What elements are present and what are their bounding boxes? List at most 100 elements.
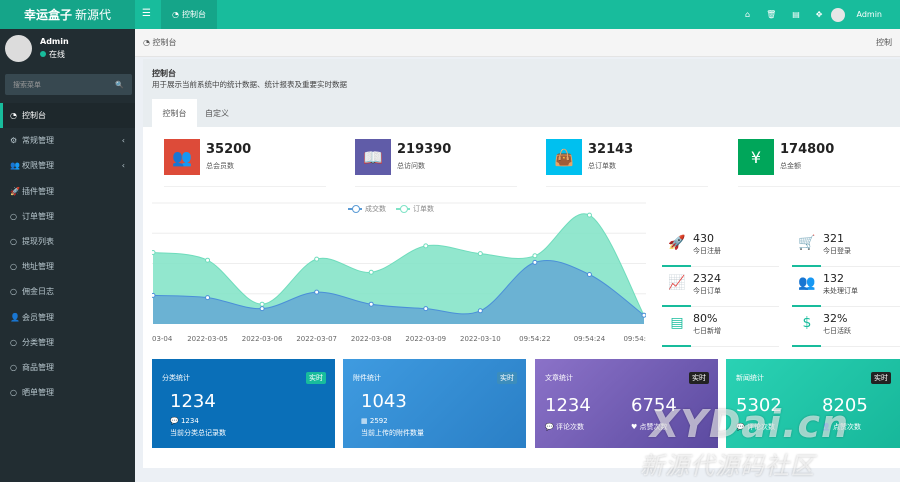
data-point[interactable] bbox=[586, 212, 592, 218]
trash-icon[interactable]: 🗑 bbox=[766, 10, 776, 19]
x-tick-label: 09:54:22 bbox=[519, 335, 551, 343]
data-point[interactable] bbox=[259, 306, 265, 312]
top-header: 幸运盒子 新源代 ☰ ◔ 控制台 ⌂ 🗑 ▤ ✥ Admin bbox=[0, 0, 900, 29]
x-tick-label: 2022-03-05 bbox=[187, 335, 228, 343]
card-sub: 💬 评论次数 bbox=[545, 423, 584, 431]
mini-stat-label: 今日登录 bbox=[823, 247, 851, 255]
x-tick-label: 09:54:24 bbox=[573, 335, 606, 343]
comment-icon: 💬 bbox=[545, 423, 554, 431]
data-point[interactable] bbox=[368, 269, 374, 275]
data-point[interactable] bbox=[314, 289, 320, 295]
tab-dashboard[interactable]: 控制台 bbox=[152, 99, 197, 127]
header-user[interactable]: Admin bbox=[830, 7, 891, 22]
data-point[interactable] bbox=[259, 301, 265, 307]
sidebar-item-label: 控制台 bbox=[22, 111, 46, 121]
sidebar-item-0[interactable]: ◔ 控制台 bbox=[0, 103, 135, 129]
sidebar-item-label: 佣金日志 bbox=[22, 287, 54, 297]
home-icon[interactable]: ⌂ bbox=[745, 10, 750, 19]
search-input[interactable]: 搜索菜单 🔍 bbox=[5, 74, 132, 95]
card-title: 文章统计 bbox=[545, 374, 573, 382]
mini-stat-label: 七日新增 bbox=[693, 327, 721, 335]
mini-stat-value: 321 bbox=[823, 232, 844, 245]
data-point[interactable] bbox=[477, 308, 483, 314]
card-title: 附件统计 bbox=[353, 374, 381, 382]
dashboard-icon: ◔ bbox=[10, 111, 17, 121]
circle-icon: ○ bbox=[10, 211, 17, 221]
status-badge: 在线 bbox=[40, 49, 69, 60]
hamburger-icon[interactable]: ☰ bbox=[142, 8, 151, 19]
data-point[interactable] bbox=[152, 250, 156, 255]
x-tick-label: 2022-03-06 bbox=[241, 335, 283, 343]
sidebar-item-6[interactable]: ○ 地址管理 bbox=[0, 254, 135, 279]
header-actions: ⌂ 🗑 ▤ ✥ Admin bbox=[737, 0, 900, 29]
sidebar-item-3[interactable]: 🚀 插件管理 bbox=[0, 179, 135, 204]
data-point[interactable] bbox=[641, 312, 646, 318]
x-tick-label: 03-04 bbox=[152, 335, 173, 343]
stat-value: 32143 bbox=[588, 142, 634, 157]
cart-icon: 🛒 bbox=[798, 235, 816, 251]
data-point[interactable] bbox=[477, 251, 483, 257]
data-point[interactable] bbox=[423, 306, 429, 312]
sidebar-item-label: 提现列表 bbox=[22, 237, 54, 247]
sidebar-item-label: 分类管理 bbox=[22, 337, 54, 347]
chevron-left-icon: ‹ bbox=[121, 136, 125, 146]
fullscreen-icon[interactable]: ✥ bbox=[816, 10, 823, 19]
x-axis-labels: 03-04 2022-03-05 2022-03-06 2022-03-07 2022-… bbox=[152, 335, 646, 345]
cogs-icon: ⚙ bbox=[10, 136, 18, 146]
rocket-icon: 🚀 bbox=[668, 235, 686, 251]
circle-icon: ○ bbox=[10, 388, 17, 398]
mini-stat-value: 132 bbox=[823, 272, 844, 285]
sidebar-item-11[interactable]: ○ 晒单管理 bbox=[0, 380, 135, 405]
data-point[interactable] bbox=[152, 292, 156, 298]
data-point[interactable] bbox=[205, 257, 211, 263]
dollar-icon: $ bbox=[802, 315, 812, 331]
mini-stat: 🛒 321 今日登录 bbox=[792, 229, 900, 267]
tab-custom[interactable]: 自定义 bbox=[197, 99, 237, 127]
circle-icon: ○ bbox=[10, 237, 17, 247]
mini-stat: ▤ 80% 七日新增 bbox=[662, 309, 779, 347]
logo[interactable]: 幸运盒子 新源代 bbox=[0, 0, 135, 29]
sidebar-item-4[interactable]: ○ 订单管理 bbox=[0, 204, 135, 229]
sidebar-item-label: 插件管理 bbox=[22, 186, 54, 196]
stat-label: 总金额 bbox=[780, 162, 801, 170]
language-icon[interactable]: ▤ bbox=[792, 10, 800, 19]
data-point[interactable] bbox=[586, 272, 592, 277]
stat-value: 35200 bbox=[206, 142, 252, 157]
sidebar-item-7[interactable]: ○ 佣金日志 bbox=[0, 279, 135, 304]
data-point[interactable] bbox=[205, 295, 211, 301]
card-sub: 💬 1234 bbox=[170, 417, 199, 425]
dashboard-icon: ◔ bbox=[172, 10, 179, 19]
status-badge: 实时 bbox=[497, 372, 517, 384]
mini-stat: $32% 七日活跃 bbox=[792, 309, 900, 347]
area-chart bbox=[152, 202, 646, 324]
sidebar-user: Admin 在线 bbox=[5, 35, 69, 62]
panel-header: 控制台 用于展示当前系统中的统计数据、统计报表及重要实时数据 控制台 自定义 bbox=[143, 59, 900, 127]
mini-stat-value: 430 bbox=[693, 232, 714, 245]
stat-label: 总订单数 bbox=[588, 162, 616, 170]
sidebar-item-label: 会员管理 bbox=[22, 312, 54, 322]
search-icon[interactable]: 🔍 bbox=[115, 81, 124, 89]
sidebar-item-9[interactable]: ○ 分类管理 bbox=[0, 330, 135, 355]
rocket-icon: 🚀 bbox=[10, 186, 20, 196]
page-subtitle: 用于展示当前系统中的统计数据、统计报表及重要实时数据 bbox=[152, 80, 347, 89]
users-icon: 👥 bbox=[164, 139, 200, 175]
card-number: 1234 bbox=[545, 395, 591, 416]
data-point[interactable] bbox=[314, 256, 320, 262]
data-point[interactable] bbox=[532, 259, 538, 265]
x-tick-label: 2022-03-08 bbox=[350, 335, 392, 343]
users-icon: 👥 bbox=[10, 161, 20, 171]
mini-stat-label: 七日活跃 bbox=[823, 327, 851, 335]
sidebar-item-2[interactable]: 👥 权限管理 ‹ bbox=[0, 153, 135, 178]
sidebar-item-1[interactable]: ⚙ 常规管理 ‹ bbox=[0, 128, 135, 153]
avatar bbox=[5, 35, 32, 62]
mini-stat: 📈 2324 今日订单 bbox=[662, 269, 779, 307]
sidebar-item-8[interactable]: 👤 会员管理 bbox=[0, 305, 135, 330]
data-point[interactable] bbox=[532, 253, 538, 259]
sidebar-item-5[interactable]: ○ 提现列表 bbox=[0, 229, 135, 254]
data-point[interactable] bbox=[368, 301, 374, 307]
stat-label: 总访问数 bbox=[397, 162, 425, 170]
sidebar-item-10[interactable]: ○ 商品管理 bbox=[0, 355, 135, 380]
data-point[interactable] bbox=[423, 243, 429, 249]
sidebar: Admin 在线 搜索菜单 🔍 ◔ 控制台 ⚙ 常规管理 ‹ 👥 权限管理 ‹ 🚀 插件管理 ○ 订单管… bbox=[0, 29, 135, 482]
tab-dashboard[interactable]: ◔ 控制台 bbox=[161, 0, 217, 29]
